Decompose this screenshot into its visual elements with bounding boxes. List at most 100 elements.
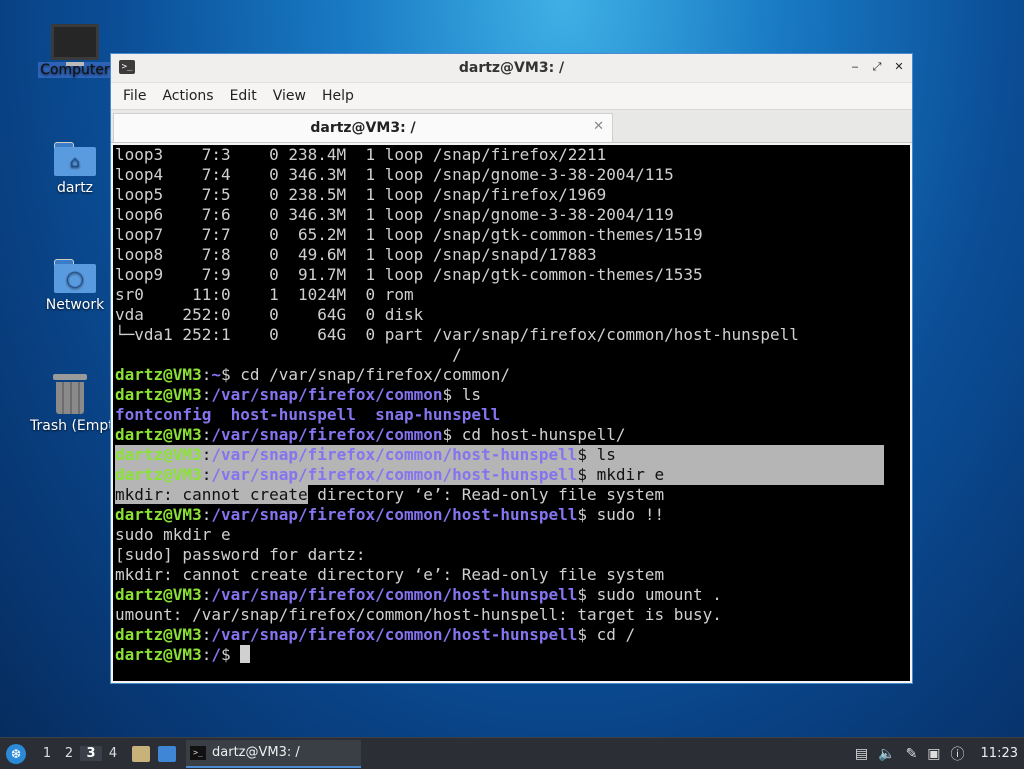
show-desktop-icon[interactable]: [158, 745, 176, 762]
output-text: loop8 7:8 0 49.6M 1 loop /snap/snapd/178…: [115, 245, 597, 264]
output-text: loop5 7:5 0 238.5M 1 loop /snap/firefox/…: [115, 185, 607, 204]
prompt-user: dartz@VM3: [115, 365, 202, 384]
output-text: /: [115, 345, 462, 364]
system-tray: ▤ 🔈 ✎ ▣ ⓘ 11:23: [855, 744, 1024, 764]
workspace-4[interactable]: 4: [102, 746, 124, 761]
clipboard-icon[interactable]: ▤: [855, 746, 868, 762]
prompt-path: /: [211, 645, 221, 664]
window-titlebar[interactable]: >_ dartz@VM3: / ‒ ⤢ ✕: [111, 54, 912, 83]
tab-bar: dartz@VM3: / ✕: [111, 110, 912, 143]
prompt-command: $ mkdir e: [577, 465, 665, 484]
desktop-icon-home[interactable]: ⌂ dartz: [37, 142, 113, 196]
menu-view[interactable]: View: [265, 88, 314, 104]
desktop-icon-label: Network: [45, 297, 105, 313]
prompt-user: dartz@VM3: [115, 385, 202, 404]
menu-help[interactable]: Help: [314, 88, 362, 104]
volume-icon[interactable]: 🔈: [878, 746, 895, 762]
prompt-command: $ ls: [442, 385, 482, 404]
task-label: dartz@VM3: /: [212, 745, 300, 760]
terminal-line: loop6 7:6 0 346.3M 1 loop /snap/gnome-3-…: [115, 205, 910, 225]
menu-edit[interactable]: Edit: [222, 88, 265, 104]
close-button[interactable]: ✕: [892, 59, 906, 75]
selection-highlight: dartz@VM3:/var/snap/firefox/common/host-…: [115, 445, 884, 465]
output-text: loop6 7:6 0 346.3M 1 loop /snap/gnome-3-…: [115, 205, 674, 224]
terminal-line: vda 252:0 0 64G 0 disk: [115, 305, 910, 325]
terminal-app-icon[interactable]: >_: [119, 60, 135, 74]
prompt-command: $ ls: [577, 445, 616, 464]
tab-close-icon[interactable]: ✕: [593, 119, 604, 134]
prompt-user: dartz@VM3: [115, 445, 202, 464]
selected-text: mkdir: cannot create: [115, 485, 308, 504]
minimize-button[interactable]: ‒: [848, 59, 862, 75]
terminal-line: dartz@VM3:/var/snap/firefox/common$ cd h…: [115, 425, 626, 444]
terminal-line: loop5 7:5 0 238.5M 1 loop /snap/firefox/…: [115, 185, 910, 205]
workspace-1[interactable]: 1: [36, 746, 58, 761]
workspace-2[interactable]: 2: [58, 746, 80, 761]
output-text: loop9 7:9 0 91.7M 1 loop /snap/gtk-commo…: [115, 265, 703, 284]
output-text: directory ‘e’: Read-only file system: [307, 485, 665, 504]
trash-icon: [53, 374, 87, 414]
window-title: dartz@VM3: /: [458, 60, 565, 76]
taskbar: ❆ 1 2 3 4 >_ dartz@VM3: / ▤ 🔈 ✎ ▣ ⓘ 11:2…: [0, 737, 1024, 769]
file-manager-icon[interactable]: [132, 745, 150, 762]
terminal-line: dartz@VM3:/var/snap/firefox/common/host-…: [115, 585, 722, 604]
terminal-line: dartz@VM3:/var/snap/firefox/common/host-…: [115, 505, 665, 524]
desktop-icon-network[interactable]: ◯ Network: [37, 259, 113, 313]
output-text: loop7 7:7 0 65.2M 1 loop /snap/gtk-commo…: [115, 225, 703, 244]
prompt-path: /var/snap/firefox/common/host-hunspell: [211, 505, 578, 524]
desktop-icon-computer[interactable]: Computer: [37, 24, 113, 78]
terminal-line: [sudo] password for dartz:: [115, 545, 910, 565]
desktop-icon-label: dartz: [56, 180, 94, 196]
output-text: [sudo] password for dartz:: [115, 545, 366, 564]
home-folder-icon: ⌂: [54, 142, 96, 176]
terminal-line: mkdir: cannot create directory ‘e’: Read…: [115, 485, 910, 505]
terminal-line: sr0 11:0 1 1024M 0 rom: [115, 285, 910, 305]
selection-highlight: dartz@VM3:/var/snap/firefox/common/host-…: [115, 465, 884, 485]
terminal-line: dartz@VM3:/var/snap/firefox/common/host-…: [115, 445, 910, 465]
update-notifier-icon[interactable]: ⓘ: [951, 744, 965, 764]
prompt-command: $ cd host-hunspell/: [442, 425, 626, 444]
terminal-line: mkdir: cannot create directory ‘e’: Read…: [115, 565, 910, 585]
prompt-command: $ cd /var/snap/firefox/common/: [220, 365, 510, 384]
notes-icon[interactable]: ✎: [906, 746, 918, 762]
menu-file[interactable]: File: [115, 88, 154, 104]
prompt-path: /var/snap/firefox/common/host-hunspell: [211, 445, 578, 464]
tab-label: dartz@VM3: /: [310, 120, 416, 136]
directory-listing: fontconfig host-hunspell snap-hunspell: [115, 405, 501, 424]
prompt-path: /var/snap/firefox/common/host-hunspell: [211, 465, 578, 484]
terminal-line: dartz@VM3:~$ cd /var/snap/firefox/common…: [115, 365, 510, 384]
clock: 11:23: [980, 746, 1018, 761]
prompt-command: $ cd /: [577, 625, 636, 644]
output-text: └─vda1 252:1 0 64G 0 part /var/snap/fire…: [115, 325, 799, 344]
tab-terminal[interactable]: dartz@VM3: / ✕: [113, 113, 613, 142]
menu-actions[interactable]: Actions: [154, 88, 221, 104]
terminal-line: umount: /var/snap/firefox/common/host-hu…: [115, 605, 910, 625]
taskbar-task-terminal[interactable]: >_ dartz@VM3: /: [186, 739, 361, 768]
terminal-output[interactable]: loop3 7:3 0 238.4M 1 loop /snap/firefox/…: [113, 145, 910, 681]
terminal-lines: loop3 7:3 0 238.4M 1 loop /snap/firefox/…: [113, 145, 910, 665]
start-menu-icon[interactable]: ❆: [6, 743, 26, 764]
text-cursor: [240, 645, 251, 663]
prompt-command: $ sudo umount .: [577, 585, 722, 604]
desktop-icon-trash[interactable]: Trash (Empty): [28, 374, 112, 434]
maximize-button[interactable]: ⤢: [870, 59, 884, 75]
output-text: sudo mkdir e: [115, 525, 231, 544]
terminal-line: loop8 7:8 0 49.6M 1 loop /snap/snapd/178…: [115, 245, 910, 265]
menu-bar: File Actions Edit View Help: [111, 83, 912, 110]
output-text: loop3 7:3 0 238.4M 1 loop /snap/firefox/…: [115, 145, 607, 164]
prompt-user: dartz@VM3: [115, 645, 202, 664]
prompt-command: $ sudo !!: [577, 505, 665, 524]
output-text: mkdir: cannot create directory ‘e’: Read…: [115, 565, 665, 584]
terminal-line: loop7 7:7 0 65.2M 1 loop /snap/gtk-commo…: [115, 225, 910, 245]
prompt-user: dartz@VM3: [115, 505, 202, 524]
terminal-line: /: [115, 345, 910, 365]
prompt-user: dartz@VM3: [115, 625, 202, 644]
terminal-line: └─vda1 252:1 0 64G 0 part /var/snap/fire…: [115, 325, 910, 345]
network-icon[interactable]: ▣: [927, 746, 940, 762]
prompt-user: dartz@VM3: [115, 465, 202, 484]
prompt-user: dartz@VM3: [115, 585, 202, 604]
terminal-line: loop3 7:3 0 238.4M 1 loop /snap/firefox/…: [115, 145, 910, 165]
terminal-window: >_ dartz@VM3: / ‒ ⤢ ✕ File Actions Edit …: [110, 53, 913, 684]
prompt-path: /var/snap/firefox/common/host-hunspell: [211, 625, 578, 644]
workspace-3[interactable]: 3: [80, 746, 102, 761]
